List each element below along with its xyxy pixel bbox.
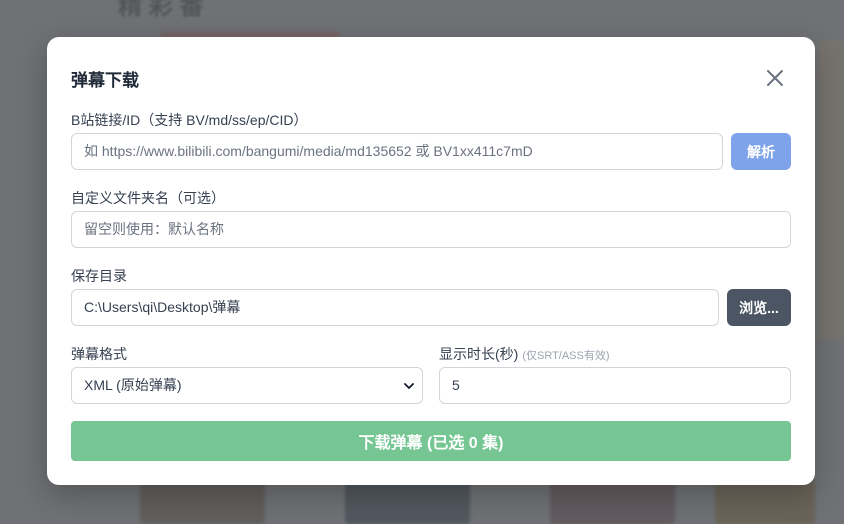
chevron-down-icon [404, 383, 414, 389]
parse-button[interactable]: 解析 [731, 133, 791, 170]
format-select[interactable]: XML (原始弹幕) [71, 367, 423, 404]
duration-label-text: 显示时长(秒) [439, 346, 519, 362]
dialog-title: 弹幕下载 [71, 71, 139, 90]
save-dir-input[interactable]: C:\Users\qi\Desktop\弹幕 [71, 289, 719, 326]
link-label: B站链接/ID（支持 BV/md/ss/ep/CID） [71, 112, 308, 128]
download-button[interactable]: 下载弹幕 (已选 0 集) [71, 421, 791, 461]
link-input[interactable]: 如 https://www.bilibili.com/bangumi/media… [71, 133, 723, 170]
close-button[interactable] [763, 66, 787, 90]
duration-input[interactable]: 5 [439, 367, 791, 404]
close-icon [767, 70, 783, 86]
folder-label: 自定义文件夹名（可选） [71, 190, 225, 206]
duration-hint: (仅SRT/ASS有效) [522, 350, 610, 362]
browse-button[interactable]: 浏览... [727, 289, 791, 326]
format-label: 弹幕格式 [71, 346, 127, 362]
duration-label: 显示时长(秒) (仅SRT/ASS有效) [439, 344, 610, 364]
format-select-value: XML (原始弹幕) [84, 377, 182, 393]
danmaku-download-dialog: 弹幕下载 B站链接/ID（支持 BV/md/ss/ep/CID） 如 https… [47, 37, 815, 485]
save-dir-label: 保存目录 [71, 268, 127, 284]
folder-name-input[interactable]: 留空则使用：默认名称 [71, 211, 791, 248]
